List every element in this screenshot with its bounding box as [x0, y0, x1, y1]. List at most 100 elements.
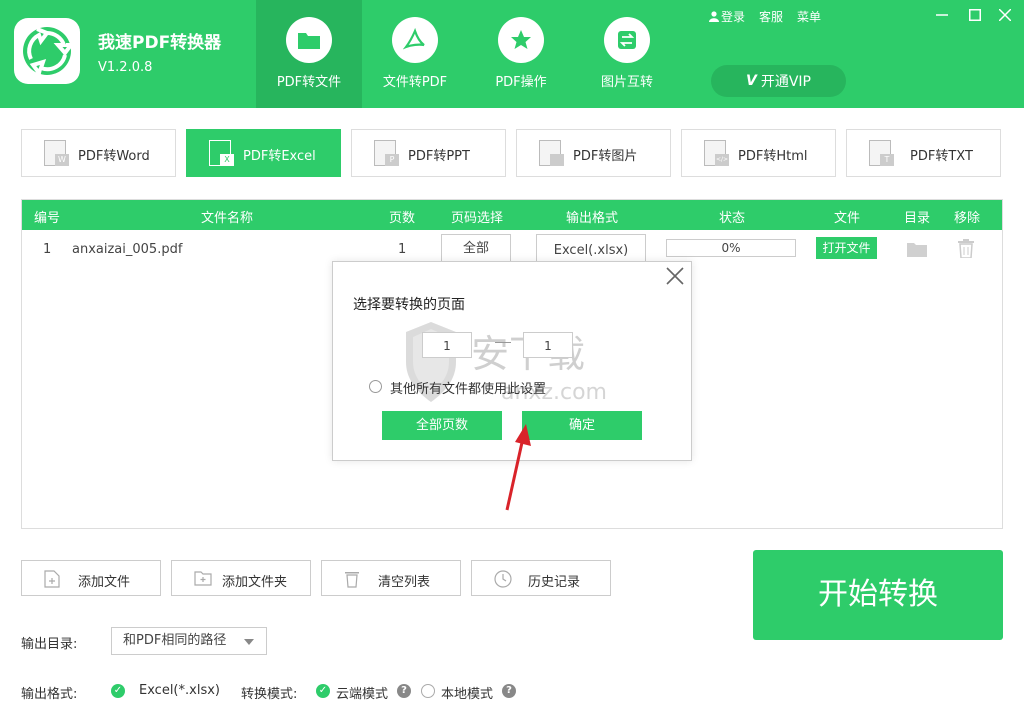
format-tab-image[interactable]: PDF转图片 [516, 129, 671, 177]
mode-label: 转换模式: [241, 687, 298, 702]
txt-icon: T [880, 154, 894, 166]
format-tab-label: PDF转图片 [573, 149, 638, 164]
nav-tab-image-convert[interactable]: 图片互转 [574, 0, 680, 108]
service-link[interactable]: 客服 [759, 8, 783, 25]
format-tab-label: PDF转Excel [243, 149, 316, 164]
help-icon[interactable]: ? [397, 684, 411, 698]
format-tab-ppt[interactable]: P PDF转PPT [351, 129, 506, 177]
chevron-down-icon [244, 639, 254, 645]
col-remove: 移除 [953, 211, 980, 226]
col-output-format: 输出格式 [565, 211, 618, 226]
app-version: V1.2.0.8 [98, 60, 153, 75]
cloud-mode-radio[interactable]: ✓ [316, 684, 330, 698]
add-file-label: 添加文件 [78, 575, 131, 590]
html-icon: </> [715, 154, 729, 166]
swap-icon [604, 17, 650, 63]
format-tab-label: PDF转Word [78, 149, 150, 164]
top-links: 登录 客服 菜单 [709, 8, 821, 25]
row-filename: anxaizai_005.pdf [72, 242, 183, 257]
apply-all-radio[interactable] [369, 380, 382, 393]
range-separator [495, 342, 511, 343]
annotation-arrow [505, 424, 531, 511]
format-tab-label: PDF转PPT [408, 149, 470, 164]
add-file-button[interactable]: 添加文件 [21, 560, 161, 596]
format-tab-txt[interactable]: T PDF转TXT [846, 129, 1001, 177]
format-tab-label: PDF转Html [738, 149, 808, 164]
history-button[interactable]: 历史记录 [471, 560, 611, 596]
close-icon[interactable] [995, 6, 1015, 26]
output-format-value: Excel(*.xlsx) [139, 683, 220, 698]
nav-tab-label: PDF操作 [495, 75, 547, 90]
format-tab-excel[interactable]: X PDF转Excel [186, 129, 341, 177]
add-folder-label: 添加文件夹 [222, 575, 288, 590]
clear-list-label: 清空列表 [378, 575, 431, 590]
maximize-icon[interactable] [965, 6, 985, 26]
menu-link[interactable]: 菜单 [797, 8, 821, 25]
nav-tab-file-to-pdf[interactable]: 文件转PDF [362, 0, 468, 108]
col-filename: 文件名称 [200, 211, 253, 226]
nav-tab-pdf-operations[interactable]: PDF操作 [468, 0, 574, 108]
app-logo [14, 18, 80, 84]
apply-all-label: 其他所有文件都使用此设置 [390, 382, 547, 397]
table-header: 编号 文件名称 页数 页码选择 输出格式 状态 文件 目录 移除 [22, 200, 1002, 230]
help-icon[interactable]: ? [502, 684, 516, 698]
image-icon [550, 154, 564, 166]
page-select-button[interactable]: 全部 [441, 234, 511, 264]
progress-bar: 0% [666, 239, 796, 257]
app-header: 我速PDF转换器 V1.2.0.8 PDF转文件 文件转PDF PDF操作 图片… [0, 0, 1024, 108]
excel-icon: X [220, 154, 234, 166]
check-icon: ✓ [111, 684, 125, 698]
nav-tab-label: 图片互转 [600, 75, 653, 90]
app-name: 我速PDF转换器 [98, 33, 222, 53]
from-page-input[interactable]: 1 [422, 332, 472, 358]
to-page-input[interactable]: 1 [523, 332, 573, 358]
nav-tab-label: PDF转文件 [276, 75, 342, 90]
output-format-label: 输出格式: [21, 687, 78, 702]
output-format-select[interactable]: Excel(.xlsx) [536, 234, 646, 264]
row-pages: 1 [398, 242, 407, 257]
cloud-mode-label: 云端模式 [336, 687, 389, 702]
format-tab-html[interactable]: </> PDF转Html [681, 129, 836, 177]
col-directory: 目录 [903, 211, 930, 226]
output-dir-select[interactable]: 和PDF相同的路径 [111, 627, 267, 655]
folder-icon [286, 17, 332, 63]
format-tab-label: PDF转TXT [910, 149, 973, 164]
local-mode-label: 本地模式 [441, 687, 494, 702]
add-folder-icon [194, 571, 212, 586]
minimize-icon[interactable] [932, 6, 952, 26]
col-index: 编号 [33, 211, 60, 226]
col-status: 状态 [718, 211, 745, 226]
nav-tab-label: 文件转PDF [382, 75, 448, 90]
word-icon: W [55, 154, 69, 166]
col-pages: 页数 [388, 211, 415, 226]
format-tab-word[interactable]: W PDF转Word [21, 129, 176, 177]
output-dir-label: 输出目录: [21, 637, 78, 652]
confirm-button[interactable]: 确定 [522, 411, 642, 440]
login-label: 登录 [721, 10, 746, 24]
clock-icon [494, 570, 512, 588]
trash-icon [345, 572, 359, 588]
output-dir-value: 和PDF相同的路径 [123, 633, 227, 648]
col-file: 文件 [833, 211, 860, 226]
local-mode-radio[interactable] [421, 684, 435, 698]
folder-icon[interactable] [907, 241, 927, 257]
history-label: 历史记录 [528, 575, 581, 590]
dialog-title: 选择要转换的页面 [353, 297, 465, 313]
row-index: 1 [43, 242, 52, 257]
vip-icon: V [746, 73, 757, 89]
close-icon[interactable] [666, 266, 684, 290]
clear-list-button[interactable]: 清空列表 [321, 560, 461, 596]
add-folder-button[interactable]: 添加文件夹 [171, 560, 311, 596]
trash-icon[interactable] [958, 239, 974, 258]
vip-label: 开通VIP [760, 74, 811, 90]
open-file-button[interactable]: 打开文件 [816, 237, 877, 259]
all-pages-button[interactable]: 全部页数 [382, 411, 502, 440]
start-convert-button[interactable]: 开始转换 [753, 550, 1003, 640]
col-page-select: 页码选择 [450, 211, 503, 226]
vip-button[interactable]: V 开通VIP [711, 65, 846, 97]
nav-tab-pdf-to-file[interactable]: PDF转文件 [256, 0, 362, 108]
login-link[interactable]: 登录 [709, 8, 745, 25]
star-icon [498, 17, 544, 63]
ppt-icon: P [385, 154, 399, 166]
pdf-icon [392, 17, 438, 63]
